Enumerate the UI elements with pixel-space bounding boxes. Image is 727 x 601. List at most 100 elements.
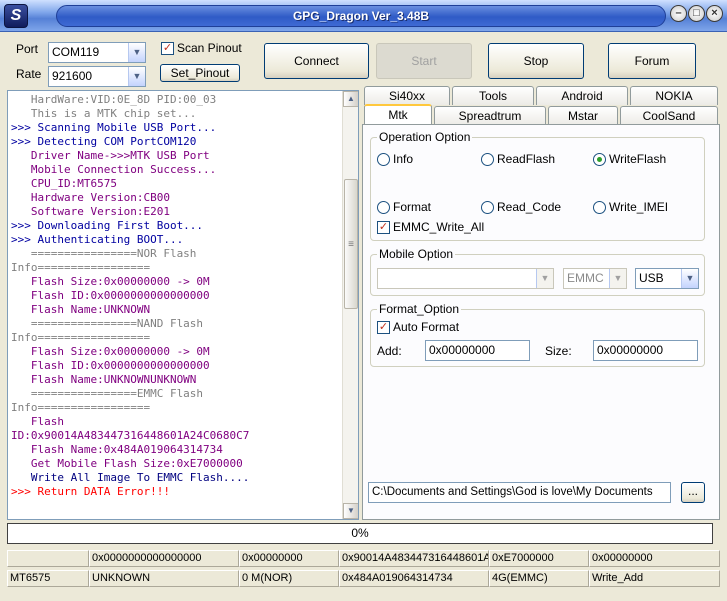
checkbox-check-icon[interactable]: ✓ [161, 41, 174, 55]
log-line: Hardware Version:CB00 [11, 191, 170, 204]
forum-button[interactable]: Forum [608, 43, 696, 79]
minimize-icon[interactable]: – [670, 5, 687, 22]
radio-icon[interactable] [377, 152, 390, 166]
radio-writeflash[interactable]: WriteFlash [593, 152, 666, 166]
scan-pinout-checkbox[interactable]: ✓ Scan Pinout [161, 41, 242, 55]
log-line: ID:0x90014A483447316448601A24C0680C7 [11, 429, 250, 442]
window-title: GPG_Dragon Ver_3.48B [56, 5, 666, 27]
emmc-write-all-label: EMMC_Write_All [393, 220, 485, 234]
storage-value: EMMC [567, 271, 604, 285]
radio-write-imei-label: Write_IMEI [609, 200, 669, 214]
status-cell: 0x00000000 [239, 550, 339, 567]
log-line: Flash ID:0x0000000000000000 [11, 289, 210, 302]
radio-readflash[interactable]: ReadFlash [481, 152, 555, 166]
status-cell: Write_Add [589, 570, 720, 587]
tab-android[interactable]: Android [536, 86, 628, 105]
rate-select[interactable]: 921600 ▼ [48, 66, 146, 87]
radio-info-label: Info [393, 152, 414, 166]
progress-bar: 0% [7, 523, 713, 544]
log-line: Mobile Connection Success... [11, 163, 217, 176]
log-panel[interactable]: HardWare:VID:0E_8D PID:00_03 This is a M… [7, 90, 359, 520]
log-line: >>> Return DATA Error!!! [11, 485, 170, 498]
status-cell: 4G(EMMC) [489, 570, 589, 587]
log-line: ================EMMC Flash [11, 387, 204, 400]
restore-icon[interactable]: □ [688, 5, 705, 22]
scroll-thumb[interactable]: ≡ [344, 179, 358, 309]
rate-select-value: 921600 [52, 69, 93, 83]
radio-read-code-label: Read_Code [497, 200, 562, 214]
radio-format-label: Format [393, 200, 432, 214]
auto-format-checkbox[interactable]: ✓ Auto Format [377, 320, 459, 334]
mtk-panel: Operation Option Info ReadFlash WriteFla… [362, 124, 720, 520]
log-line: Flash Name:0x484A019064314734 [11, 443, 223, 456]
chevron-down-icon[interactable]: ▼ [536, 269, 553, 288]
mobile-option-title: Mobile Option [377, 247, 456, 261]
start-button[interactable]: Start [376, 43, 472, 79]
stop-button[interactable]: Stop [488, 43, 584, 79]
format-option-group: Format_Option ✓ Auto Format Add: 0x00000… [370, 302, 705, 367]
auto-format-label: Auto Format [393, 320, 460, 334]
tab-coolsand[interactable]: CoolSand [620, 106, 718, 125]
radio-write-imei[interactable]: Write_IMEI [593, 200, 668, 214]
radio-selected-icon[interactable] [593, 152, 606, 166]
log-line: Info================= [11, 261, 151, 274]
tab-tools[interactable]: Tools [452, 86, 534, 105]
tab-spreadtrum[interactable]: Spreadtrum [434, 106, 546, 125]
set-pinout-button[interactable]: Set_Pinout [160, 64, 240, 82]
emmc-write-all-checkbox[interactable]: ✓ EMMC_Write_All [377, 220, 484, 234]
chevron-down-icon[interactable]: ▼ [128, 43, 145, 62]
log-line: >>> Scanning Mobile USB Port... [11, 121, 217, 134]
tab-mtk[interactable]: Mtk [364, 104, 432, 125]
tab-nokia[interactable]: NOKIA [630, 86, 718, 105]
status-cell: 0x484A019064314734 [339, 570, 489, 587]
log-line: >>> Authenticating BOOT... [11, 233, 184, 246]
log-line: Info================= [11, 401, 151, 414]
chevron-down-icon[interactable]: ▼ [609, 269, 626, 288]
checkbox-check-icon[interactable]: ✓ [377, 220, 390, 234]
log-line: Get Mobile Flash Size:0xE7000000 [11, 457, 243, 470]
status-cell: 0xE7000000 [489, 550, 589, 567]
mobile-model-select[interactable]: ▼ [377, 268, 554, 289]
storage-select[interactable]: EMMC ▼ [563, 268, 627, 289]
log-line: Flash Name:UNKNOWN [11, 303, 151, 316]
chevron-down-icon[interactable]: ▼ [128, 67, 145, 86]
chevron-down-icon[interactable]: ▼ [681, 269, 698, 288]
tab-mstar[interactable]: Mstar [548, 106, 618, 125]
scroll-up-icon[interactable]: ▲ [343, 91, 358, 107]
radio-info[interactable]: Info [377, 152, 413, 166]
radio-icon[interactable] [481, 200, 494, 214]
log-line: This is a MTK chip set... [11, 107, 197, 120]
browse-button[interactable]: ... [681, 482, 705, 503]
format-option-title: Format_Option [377, 302, 462, 316]
port-select[interactable]: COM119 ▼ [48, 42, 146, 63]
size-input[interactable]: 0x00000000 [593, 340, 698, 361]
log-line: HardWare:VID:0E_8D PID:00_03 [11, 93, 217, 106]
connect-button[interactable]: Connect [264, 43, 369, 79]
mobile-option-group: Mobile Option ▼ EMMC ▼ USB ▼ [370, 247, 705, 296]
checkbox-check-icon[interactable]: ✓ [377, 320, 390, 334]
status-cell: 0x0000000000000000 [89, 550, 239, 567]
log-scrollbar[interactable]: ▲ ≡ ▼ [342, 91, 358, 519]
close-icon[interactable]: × [706, 5, 723, 22]
radio-icon[interactable] [481, 152, 494, 166]
log-line: Flash [11, 415, 64, 428]
radio-icon[interactable] [377, 200, 390, 214]
app-logo-icon[interactable]: S [4, 4, 28, 28]
file-path-input[interactable]: C:\Documents and Settings\God is love\My… [368, 482, 671, 503]
operation-option-title: Operation Option [377, 130, 473, 144]
connection-select[interactable]: USB ▼ [635, 268, 699, 289]
radio-read-code[interactable]: Read_Code [481, 200, 561, 214]
log-line: Flash ID:0x0000000000000000 [11, 359, 210, 372]
radio-icon[interactable] [593, 200, 606, 214]
status-cell: UNKNOWN [89, 570, 239, 587]
port-label: Port [16, 42, 39, 56]
add-input[interactable]: 0x00000000 [425, 340, 530, 361]
radio-format[interactable]: Format [377, 200, 431, 214]
log-line: Info================= [11, 331, 151, 344]
status-bar-row2: MT6575 UNKNOWN 0 M(NOR) 0x484A0190643147… [7, 570, 720, 587]
scroll-down-icon[interactable]: ▼ [343, 503, 358, 519]
tab-si40xx[interactable]: Si40xx [364, 86, 450, 105]
status-cell: MT6575 [7, 570, 89, 587]
rate-label: Rate [16, 67, 42, 81]
log-line: CPU_ID:MT6575 [11, 177, 117, 190]
